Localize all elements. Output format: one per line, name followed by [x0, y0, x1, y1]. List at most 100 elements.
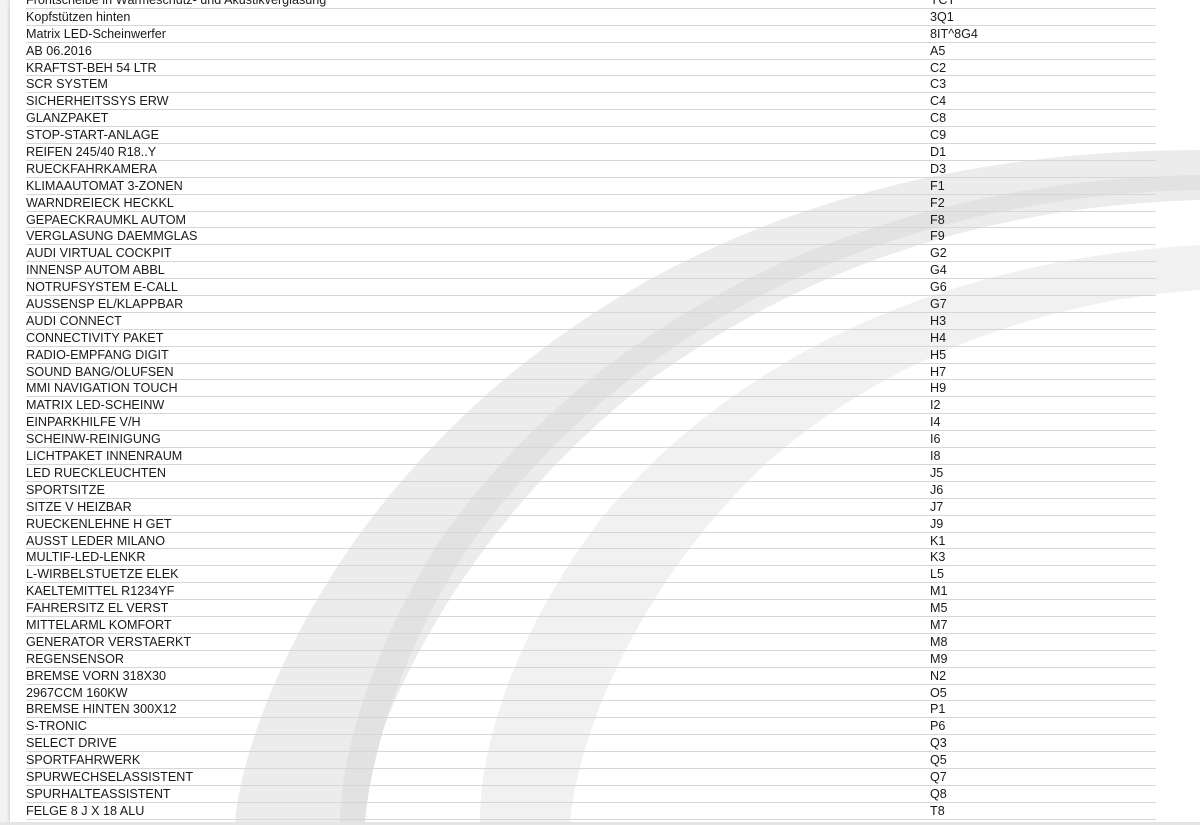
option-code: 8IT^8G4: [930, 26, 978, 41]
option-description: S-TRONIC: [26, 719, 87, 734]
option-code: M8: [930, 634, 948, 649]
table-row: FAHRERSITZ EL VERST M5: [26, 600, 1156, 617]
option-code: Q5: [930, 753, 947, 768]
option-code: D1: [930, 145, 947, 160]
option-description: Matrix LED-Scheinwerfer: [26, 26, 166, 41]
table-row: GENERATOR VERSTAERKT M8: [26, 634, 1156, 651]
table-row: S-TRONIC P6: [26, 718, 1156, 736]
table-row: WARNDREIECK HECKKL F2: [26, 195, 1156, 212]
option-code: H7: [930, 364, 947, 379]
table-row: GEPAECKRAUMKL AUTOM F8: [26, 212, 1156, 229]
table-row: REGENSENSOR M9: [26, 651, 1156, 668]
option-description: SPURHALTEASSISTENT: [26, 786, 171, 801]
table-row: FELGE 8 J X 18 ALU T8: [26, 803, 1156, 820]
option-description: SCR SYSTEM: [26, 77, 108, 92]
table-row: SPORTFAHRWERK Q5: [26, 752, 1156, 769]
table-row: KRAFTST-BEH 54 LTR C2: [26, 60, 1156, 77]
equipment-sheet: Frontscheibe in Wärmeschutz- und Akustik…: [10, 0, 1200, 822]
option-code: C9: [930, 128, 947, 143]
option-code: Q3: [930, 736, 947, 751]
option-code: YCT: [930, 0, 956, 7]
table-row: MMI NAVIGATION TOUCH H9: [26, 380, 1156, 398]
table-row: NOTRUFSYSTEM E-CALL G6: [26, 279, 1156, 297]
option-code: P1: [930, 702, 946, 717]
option-description: WARNDREIECK HECKKL: [26, 195, 174, 210]
option-code: F2: [930, 195, 945, 210]
option-description: AUDI CONNECT: [26, 313, 122, 328]
option-description: MATRIX LED-SCHEINW: [26, 398, 165, 413]
option-description: SPURWECHSELASSISTENT: [26, 769, 194, 784]
option-code: M1: [930, 584, 948, 599]
table-row: REIFEN 245/40 R18..Y D1: [26, 144, 1156, 161]
option-description: RADIO-EMPFANG DIGIT: [26, 347, 169, 362]
option-description: VERGLASUNG DAEMMGLAS: [26, 229, 198, 244]
option-code: I8: [930, 449, 941, 464]
option-description: BREMSE HINTEN 300X12: [26, 702, 177, 717]
option-code: I4: [930, 415, 941, 430]
option-code: C8: [930, 111, 947, 126]
table-row: STOP-START-ANLAGE C9: [26, 127, 1156, 145]
table-row: SOUND BANG/OLUFSEN H7: [26, 364, 1156, 381]
option-description: SPORTSITZE: [26, 482, 105, 497]
table-row: EINPARKHILFE V/H I4: [26, 414, 1156, 432]
option-description: AB 06.2016: [26, 43, 92, 58]
table-row: SCHEINW-REINIGUNG I6: [26, 431, 1156, 449]
table-row: SITZE V HEIZBAR J7: [26, 499, 1156, 516]
option-description: Frontscheibe in Wärmeschutz- und Akustik…: [26, 0, 327, 7]
table-row: BREMSE HINTEN 300X12 P1: [26, 701, 1156, 719]
option-description: STOP-START-ANLAGE: [26, 128, 159, 143]
table-row: SPORTSITZE J6: [26, 482, 1156, 499]
option-description: KLIMAAUTOMAT 3-ZONEN: [26, 178, 183, 193]
option-code: C4: [930, 94, 947, 109]
table-row: CONNECTIVITY PAKET H4: [26, 330, 1156, 347]
option-code: C2: [930, 60, 947, 75]
table-row: AUSST LEDER MILANO K1: [26, 533, 1156, 550]
option-description: 2967CCM 160KW: [26, 685, 128, 700]
option-code: G2: [930, 246, 947, 261]
option-code: F1: [930, 178, 945, 193]
table-row: SELECT DRIVE Q3: [26, 735, 1156, 753]
option-code: D3: [930, 161, 947, 176]
option-description: REGENSENSOR: [26, 651, 124, 666]
option-description: LED RUECKLEUCHTEN: [26, 465, 166, 480]
option-code: G6: [930, 280, 947, 295]
table-row: SCR SYSTEM C3: [26, 76, 1156, 94]
option-description: AUSST LEDER MILANO: [26, 533, 166, 548]
option-description: MITTELARML KOMFORT: [26, 617, 172, 632]
option-code: H4: [930, 330, 947, 345]
option-description: BREMSE VORN 318X30: [26, 668, 166, 683]
option-code: J5: [930, 465, 944, 480]
option-description: SOUND BANG/OLUFSEN: [26, 364, 174, 379]
option-code: F9: [930, 229, 945, 244]
option-code: O5: [930, 685, 947, 700]
option-code: H5: [930, 347, 947, 362]
option-code: J9: [930, 516, 944, 531]
option-description: RUECKFAHRKAMERA: [26, 161, 157, 176]
table-row: AUDI CONNECT H3: [26, 313, 1156, 330]
option-description: SELECT DRIVE: [26, 736, 117, 751]
option-code: M5: [930, 601, 948, 616]
table-row: Frontscheibe in Wärmeschutz- und Akustik…: [26, 0, 1156, 9]
option-code: 3Q1: [930, 9, 954, 24]
option-code: I6: [930, 432, 941, 447]
option-description: MULTIF-LED-LENKR: [26, 550, 146, 565]
option-description: FAHRERSITZ EL VERST: [26, 601, 169, 616]
table-row: KAELTEMITTEL R1234YF M1: [26, 583, 1156, 601]
option-code: H9: [930, 381, 947, 396]
option-description: GLANZPAKET: [26, 111, 109, 126]
table-row: SPURWECHSELASSISTENT Q7: [26, 769, 1156, 786]
option-code: I2: [930, 398, 941, 413]
option-description: AUDI VIRTUAL COCKPIT: [26, 246, 172, 261]
table-row: LICHTPAKET INNENRAUM I8: [26, 448, 1156, 465]
option-description: INNENSP AUTOM ABBL: [26, 263, 165, 278]
option-code: J7: [930, 499, 944, 514]
table-row: RUECKFAHRKAMERA D3: [26, 161, 1156, 178]
table-row: MITTELARML KOMFORT M7: [26, 617, 1156, 634]
option-description: KAELTEMITTEL R1234YF: [26, 584, 175, 599]
option-description: SCHEINW-REINIGUNG: [26, 432, 161, 447]
table-row: AUSSENSP EL/KLAPPBAR G7: [26, 296, 1156, 313]
option-description: NOTRUFSYSTEM E-CALL: [26, 280, 178, 295]
option-code: L5: [930, 567, 945, 582]
option-code: K3: [930, 550, 946, 565]
option-code: G7: [930, 297, 947, 312]
